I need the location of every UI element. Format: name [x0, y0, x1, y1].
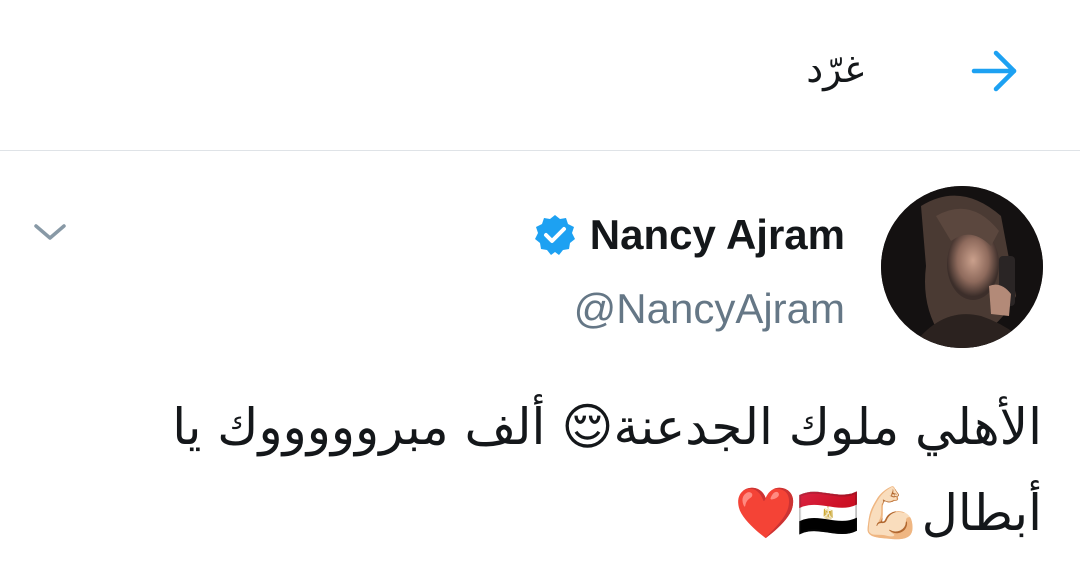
top-bar: غرّد [0, 0, 1080, 151]
page-title: غرّد [806, 47, 864, 91]
profile-photo [881, 186, 1043, 348]
avatar[interactable] [881, 186, 1043, 348]
chevron-down-icon [34, 224, 66, 240]
compose-tweet-screen: غرّد Nancy Ajram @NancyAjram الأهلي ملوك… [0, 0, 1080, 565]
display-name[interactable]: Nancy Ajram [590, 205, 845, 265]
arrow-right-icon [971, 50, 1017, 92]
tweet-body: الأهلي ملوك الجدعنة😌 ألف مبروووووك يا أب… [172, 398, 1042, 542]
verified-badge-icon [534, 215, 575, 255]
user-handle[interactable]: @NancyAjram [574, 282, 845, 336]
tweet-menu-button[interactable] [30, 212, 70, 252]
back-button[interactable] [970, 46, 1020, 96]
author-name-row: Nancy Ajram [534, 205, 845, 265]
